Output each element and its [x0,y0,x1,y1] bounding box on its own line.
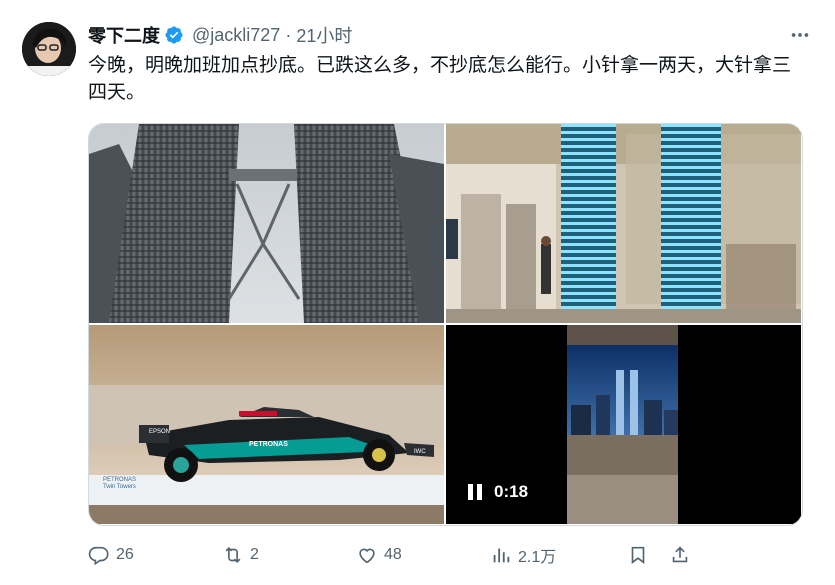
verified-badge-icon[interactable] [164,25,184,45]
share-button[interactable] [669,544,691,566]
media-image-twin-towers[interactable] [89,124,444,323]
video-duration: 0:18 [494,482,529,501]
display-sign: PETRONAS Twin Towers [103,477,136,491]
sign-line-1: PETRONAS [103,477,137,483]
share-icon [672,546,688,563]
reply-icon [88,546,109,566]
tower-models-mall-photo-icon [446,124,801,323]
sponsor-label: PETRONAS [249,441,288,448]
heart-icon [359,548,375,564]
views-button[interactable]: 2.1万 [490,543,556,567]
tweet-text: 今晚，明晚加班加点抄底。已跌这么多，不抄底怎么能行。小针拿一两天，大针拿三四天。 [88,55,792,103]
media-image-f1-car[interactable]: PETRONAS EPSON IWC PETRONAS Twin Towers [89,325,444,524]
video-controls: 0:18 [468,482,528,502]
f1-car-display-photo-icon [89,325,444,524]
separator-dot: · [285,24,292,45]
action-bar: 26 2 48 2.1万 [88,540,801,570]
pause-icon[interactable] [468,484,484,500]
like-count: 48 [384,546,402,563]
retweet-icon [225,546,241,564]
side-sponsor-label: EPSON [149,429,171,435]
avatar-photo-icon [22,22,76,76]
media-video[interactable]: 0:18 [446,325,801,524]
views-chart-icon [493,548,510,563]
retweet-button[interactable]: 2 [222,544,259,566]
tweet-header: 零下二度 @jackli727 · 21小时 [88,22,352,48]
reply-count: 26 [116,546,134,563]
tweet-timestamp[interactable]: 21小时 [296,22,352,48]
bookmark-icon [631,546,645,564]
car-brand-label: IWC [414,449,426,455]
display-name[interactable]: 零下二度 [88,22,160,48]
user-handle[interactable]: @jackli727 [192,25,280,46]
more-options-icon[interactable] [787,22,813,48]
media-grid: PETRONAS EPSON IWC PETRONAS Twin Towers [88,123,803,526]
like-button[interactable]: 48 [356,544,402,566]
bookmark-button[interactable] [627,544,649,566]
reply-button[interactable]: 26 [88,544,134,566]
avatar[interactable] [22,22,76,76]
sign-line-2: Twin Towers [103,484,136,490]
media-image-tower-models[interactable] [446,124,801,323]
views-count: 2.1万 [518,549,557,566]
twin-towers-photo-icon [89,124,444,323]
retweet-count: 2 [250,546,259,563]
